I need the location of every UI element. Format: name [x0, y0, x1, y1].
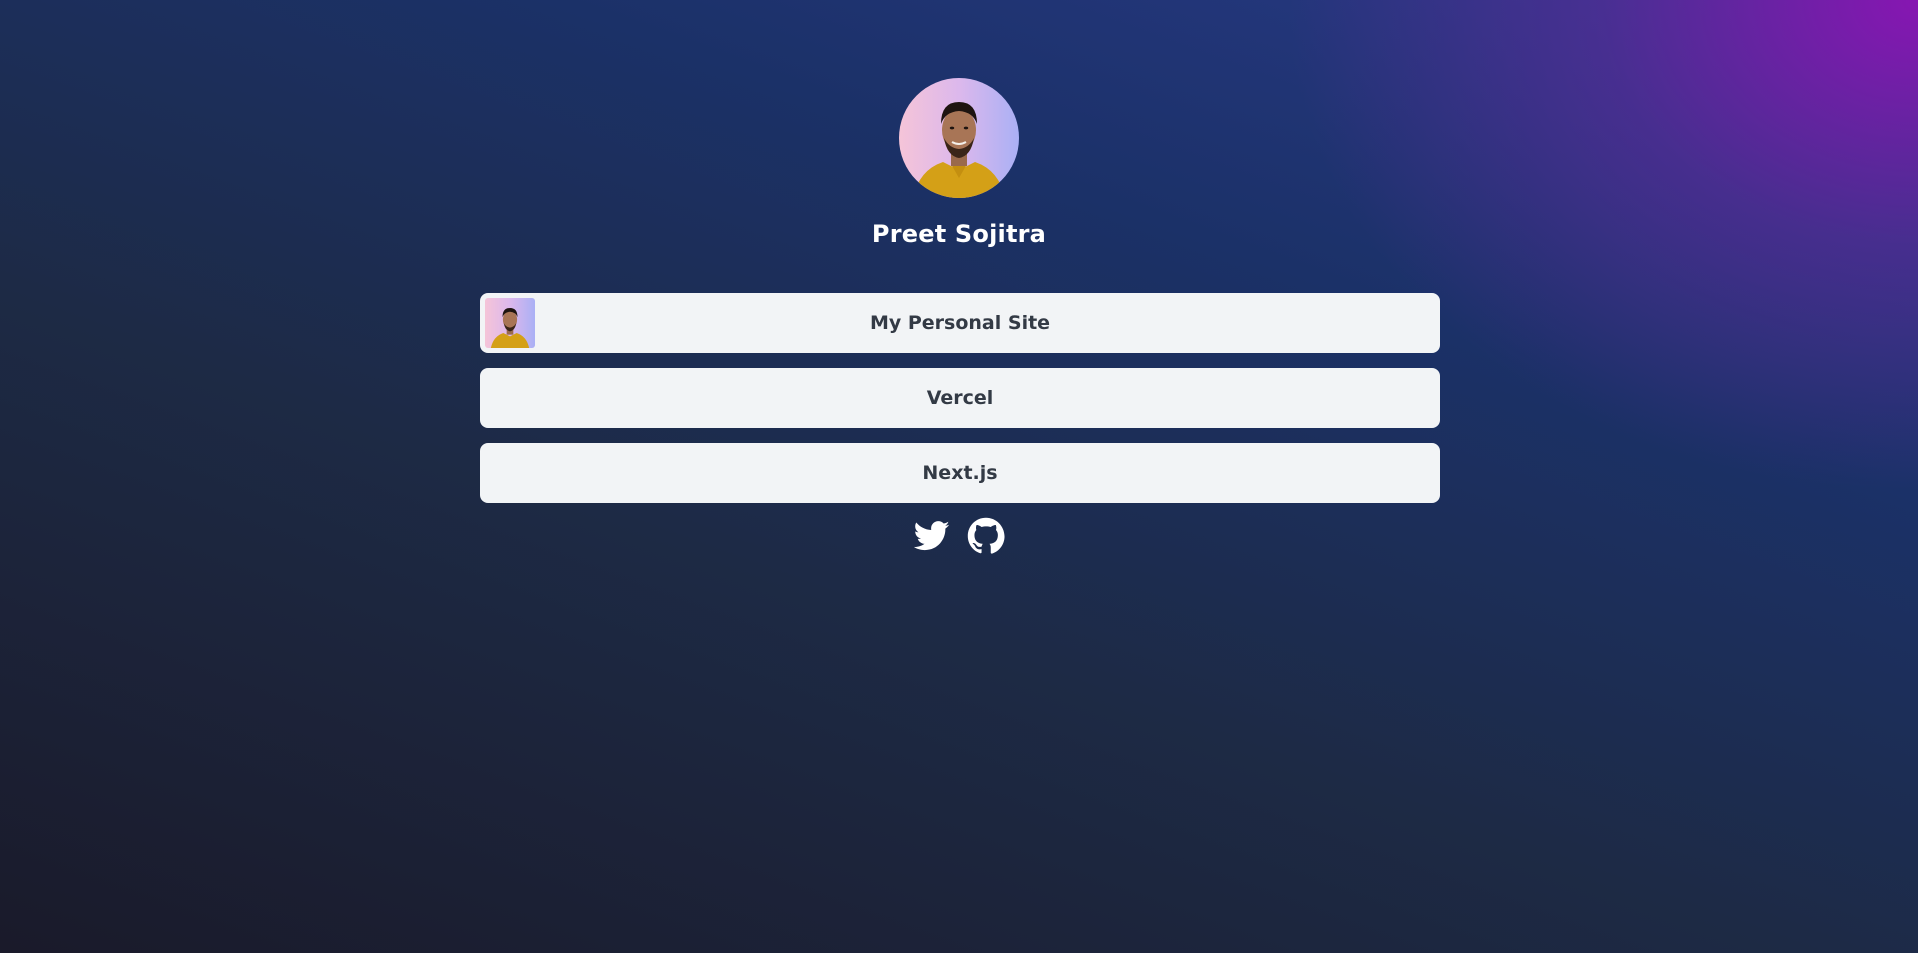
link-label: Vercel [926, 387, 994, 409]
personal-site-thumbnail [485, 298, 535, 348]
twitter-icon[interactable] [913, 517, 951, 555]
avatar [899, 78, 1019, 198]
link-nextjs[interactable]: Next.js [480, 443, 1440, 503]
link-label: My Personal Site [869, 312, 1051, 334]
link-label: Next.js [922, 462, 998, 484]
links-list: My Personal Site Vercel Next.js [480, 293, 1440, 518]
profile-header: Preet Sojitra [0, 78, 1918, 248]
profile-name: Preet Sojitra [871, 220, 1047, 248]
github-icon[interactable] [967, 517, 1005, 555]
social-links [0, 517, 1918, 555]
page: Preet Sojitra My Personal Site Vercel Ne… [0, 0, 1918, 953]
link-personal-site[interactable]: My Personal Site [480, 293, 1440, 353]
link-vercel[interactable]: Vercel [480, 368, 1440, 428]
